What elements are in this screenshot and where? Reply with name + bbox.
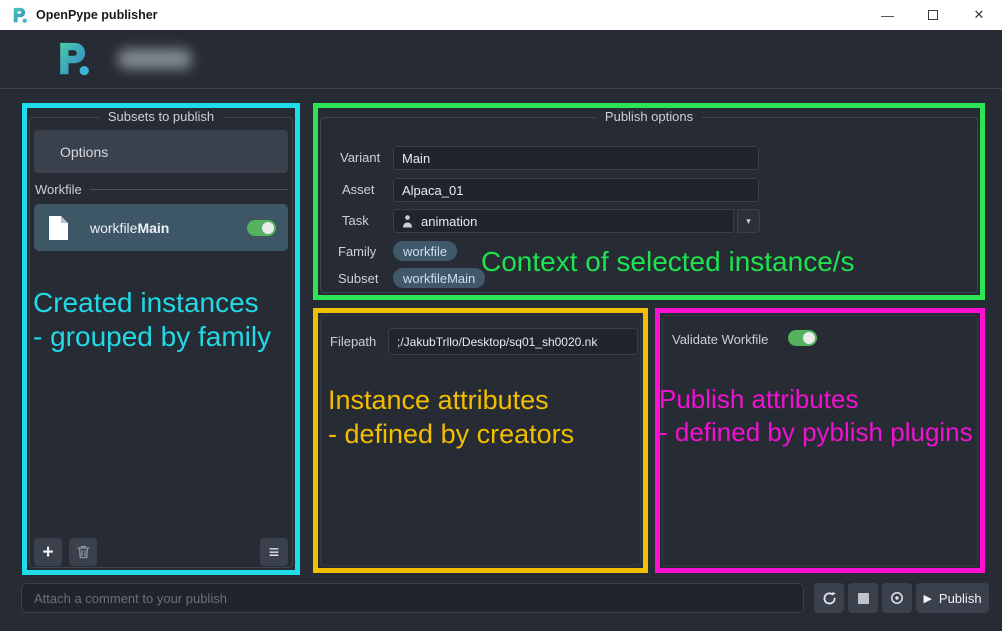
stop-icon [858,593,869,604]
publish-button[interactable]: ▶ Publish [916,583,989,613]
subset-badge: workfileMain [393,268,485,288]
target-icon [889,590,905,606]
add-instance-button[interactable]: + [34,538,62,566]
subsets-panel-title: Subsets to publish [99,109,223,124]
close-button[interactable]: ✕ [956,0,1002,30]
variant-input[interactable] [393,146,759,170]
publish-attributes-frame [662,315,978,566]
options-button-label: Options [60,144,108,160]
view-menu-button[interactable]: ≡ [260,538,288,566]
subset-label: Subset [338,271,378,286]
trash-icon [77,545,90,559]
asset-input[interactable] [393,178,759,202]
instance-attributes-annotation-box: Filepath [313,308,648,573]
task-value: animation [421,214,477,229]
openpype-publisher-window: OpenPype publisher — ✕ Subsets to publis… [0,0,1002,631]
publish-attributes-annotation-box: Validate Workfile [655,308,985,573]
app-header [0,30,1002,89]
person-icon [402,215,413,228]
instance-enabled-toggle[interactable] [247,220,276,236]
instance-family-text: workfile [90,220,137,236]
family-group-header: Workfile [35,182,288,197]
task-dropdown-button[interactable]: ▾ [737,209,760,233]
variant-label: Variant [340,150,380,165]
minimize-button[interactable]: — [864,0,910,30]
family-label: Family [338,244,376,259]
window-title: OpenPype publisher [36,8,158,22]
redacted-context-text [118,49,192,69]
chevron-down-icon: ▾ [746,216,751,227]
family-badge: workfile [393,241,457,261]
close-icon: ✕ [974,7,985,23]
minimize-icon: — [881,8,893,23]
family-group-label: Workfile [35,182,82,197]
plus-icon: + [42,543,53,562]
validate-workfile-label: Validate Workfile [672,332,768,347]
remove-instance-button[interactable] [69,538,97,566]
subsets-panel-annotation-box: Subsets to publish Options Workfile work… [22,103,300,575]
instance-name: workfileMain [90,220,169,236]
openpype-logo-icon [12,7,29,24]
task-label: Task [342,213,369,228]
validate-workfile-toggle[interactable] [788,330,817,346]
stop-button[interactable] [848,583,878,613]
reset-button[interactable] [814,583,844,613]
instance-variant-text: Main [137,220,169,236]
refresh-icon [822,591,837,606]
task-select[interactable]: animation [393,209,734,233]
instance-card-workfile[interactable]: workfileMain [34,204,288,251]
publish-options-annotation-box: Publish options Variant Asset Task anima… [313,103,985,300]
filepath-input[interactable] [388,328,638,355]
document-icon [48,215,69,241]
openpype-logo [54,41,96,78]
play-icon: ▶ [923,592,931,605]
comment-input[interactable] [21,583,804,613]
maximize-icon [928,10,938,20]
maximize-button[interactable] [910,0,956,30]
publish-button-label: Publish [939,591,982,606]
validate-button[interactable] [882,583,912,613]
publish-options-frame [320,117,978,293]
filepath-label: Filepath [330,334,376,349]
titlebar: OpenPype publisher — ✕ [0,0,1002,30]
menu-icon: ≡ [269,542,280,563]
options-button[interactable]: Options [34,130,288,173]
publish-options-title: Publish options [596,109,702,124]
asset-label: Asset [342,182,375,197]
group-divider [90,189,288,190]
